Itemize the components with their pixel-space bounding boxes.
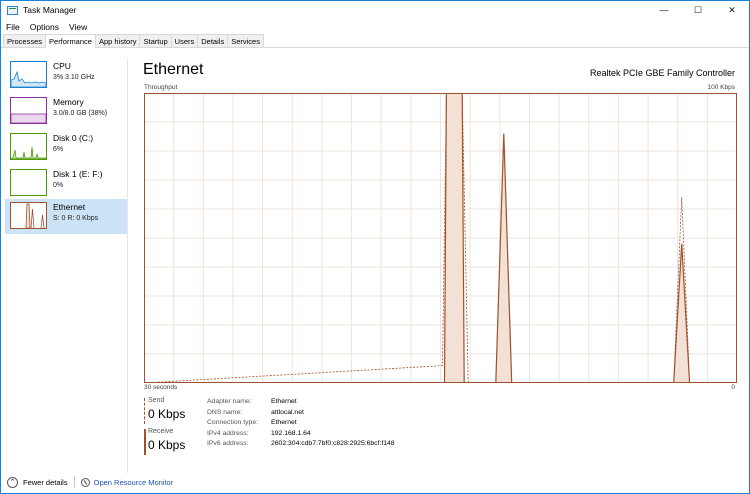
tab-strip: Processes Performance App history Startu… [1, 34, 749, 48]
graph-time-label: 30 seconds [144, 384, 178, 391]
property-key: Adapter name: [207, 398, 252, 405]
property-row: IPv4 address: 192.168.1.64 [207, 430, 395, 441]
resource-monitor-label: Open Resource Monitor [93, 477, 174, 487]
property-value: Ethernet [271, 419, 297, 426]
sidebar-item-value: 6% [53, 146, 64, 153]
minimize-button[interactable]: — [647, 1, 681, 19]
menu-options[interactable]: Options [25, 22, 64, 32]
graph-min-label: 0 [731, 384, 735, 391]
graph-max-label: 100 Kbps [707, 84, 735, 91]
property-row: DNS name: attlocal.net [207, 409, 395, 420]
property-key: DNS name: [207, 408, 243, 416]
footer-divider [73, 476, 75, 488]
sidebar-item-label: Disk 0 (C:) [53, 133, 94, 143]
memory-thumbnail [10, 97, 47, 124]
close-button[interactable]: ✕ [715, 1, 749, 19]
send-label: Send [148, 397, 165, 404]
close-icon: ✕ [728, 4, 736, 15]
page-title: Ethernet [143, 61, 204, 78]
ethernet-thumbnail [10, 202, 47, 229]
tab-users[interactable]: Users [170, 34, 199, 47]
cpu-thumbnail [10, 61, 47, 88]
sidebar-item-value: 0% [53, 182, 64, 189]
sidebar-item-value: 3.0/8.0 GB (38%) [53, 110, 108, 117]
menu-view[interactable]: View [64, 22, 92, 32]
window-controls: — ☐ ✕ [647, 1, 749, 19]
fewer-details-label: Fewer details [23, 477, 68, 487]
sidebar-item-memory[interactable]: Memory 3.0/8.0 GB (38%) [5, 94, 127, 129]
throughput-graph [143, 92, 737, 384]
maximize-button[interactable]: ☐ [681, 1, 715, 19]
menu-file[interactable]: File [1, 22, 25, 32]
property-value: 192.168.1.64 [271, 429, 311, 437]
sidebar-item-disk-0[interactable]: Disk 0 (C:) 6% [5, 130, 127, 165]
property-row: Connection type: Ethernet [207, 419, 395, 430]
sidebar-item-ethernet[interactable]: Ethernet S: 0 R: 0 Kbps [5, 199, 127, 234]
tab-startup[interactable]: Startup [139, 34, 172, 47]
window-title: Task Manager [23, 5, 77, 15]
disk-1-thumbnail [10, 169, 47, 196]
tab-services[interactable]: Services [227, 34, 264, 47]
chevron-up-icon: ⌃ [7, 476, 18, 488]
tab-details[interactable]: Details [197, 34, 229, 47]
graph-y-label: Throughput [144, 84, 178, 91]
sidebar-item-label: Ethernet [53, 202, 86, 212]
sidebar-item-label: Disk 1 (E: F:) [53, 169, 103, 179]
maximize-icon: ☐ [693, 4, 703, 15]
adapter-title: Realtek PCIe GBE Family Controller [589, 68, 735, 78]
fewer-details-button[interactable]: ⌃ Fewer details [7, 476, 68, 488]
send-legend-line [144, 398, 145, 424]
property-key: Connection type: [207, 419, 259, 426]
property-key: IPv6 address: [207, 440, 249, 447]
throughput-chart-svg [143, 92, 737, 384]
sidebar-item-label: CPU [53, 61, 71, 71]
property-value: Ethernet [271, 398, 297, 405]
resource-monitor-icon [80, 477, 90, 487]
sidebar-item-value: S: 0 R: 0 Kbps [53, 215, 99, 222]
sidebar-item-value: 3% 3.10 GHz [53, 74, 95, 81]
task-manager-window: Task Manager — ☐ ✕ File Options View Pro… [0, 0, 750, 494]
property-key: IPv4 address: [207, 429, 249, 437]
property-row: Adapter name: Ethernet [207, 398, 395, 409]
open-resource-monitor-link[interactable]: Open Resource Monitor [80, 477, 174, 487]
disk-0-thumbnail [10, 133, 47, 160]
task-manager-icon [7, 5, 18, 15]
sidebar-item-label: Memory [53, 97, 84, 107]
property-value: 2602:304:cdb7:7bf0:c828:2925:6bcf:f148 [271, 440, 395, 447]
footer-bar: ⌃ Fewer details Open Resource Monitor [1, 471, 749, 493]
receive-label: Receive [148, 428, 174, 435]
resource-sidebar: CPU 3% 3.10 GHz Memory 3.0/8.0 GB (38%) … [2, 58, 128, 473]
menu-bar: File Options View [1, 19, 749, 34]
receive-value: 0 Kbps [148, 438, 186, 452]
receive-legend-line [144, 429, 146, 455]
property-value: attlocal.net [271, 408, 304, 416]
sidebar-item-cpu[interactable]: CPU 3% 3.10 GHz [5, 58, 127, 93]
sidebar-item-disk-1[interactable]: Disk 1 (E: F:) 0% [5, 166, 127, 201]
property-row: IPv6 address: 2602:304:cdb7:7bf0:c828:292… [207, 440, 395, 451]
tab-app-history[interactable]: App history [94, 34, 141, 47]
tab-processes[interactable]: Processes [3, 34, 47, 47]
minimize-icon: — [659, 5, 669, 15]
send-value: 0 Kbps [148, 407, 186, 421]
tab-performance[interactable]: Performance [45, 34, 96, 48]
adapter-properties: Adapter name: Ethernet DNS name: attlocal.… [207, 398, 395, 451]
title-bar[interactable]: Task Manager — ☐ ✕ [1, 1, 749, 19]
